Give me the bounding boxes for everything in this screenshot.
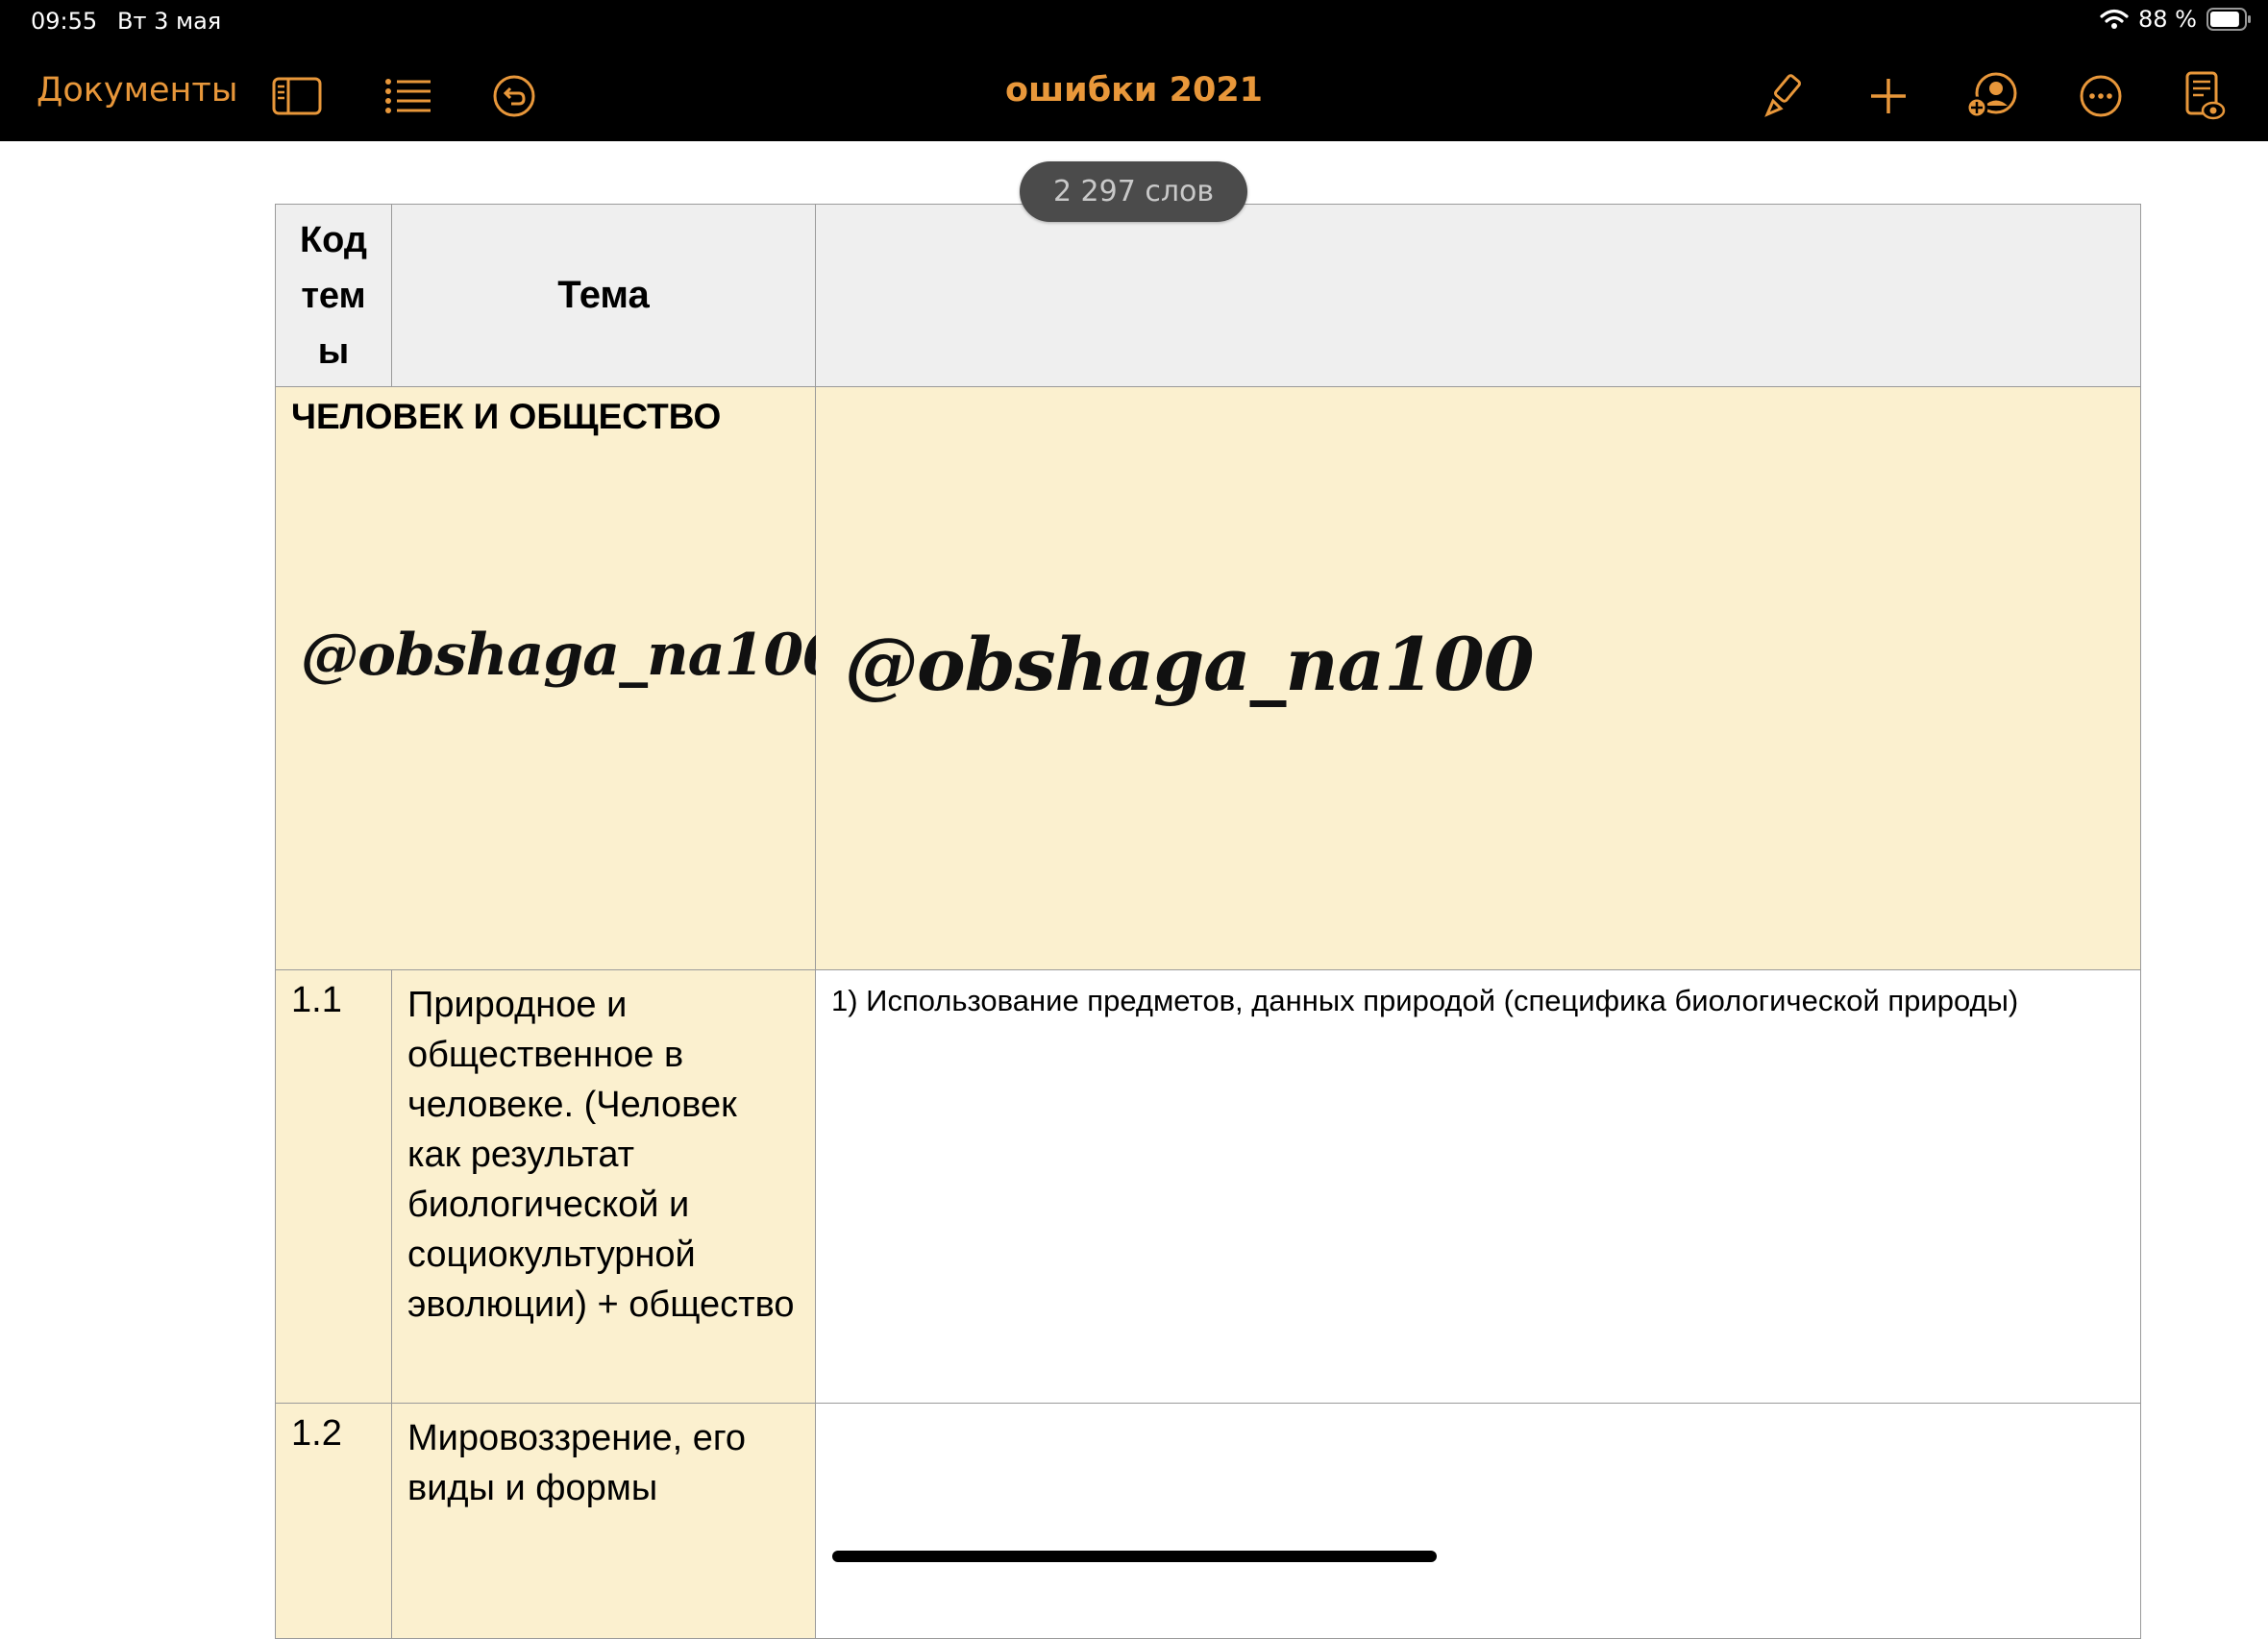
row-topic-cell[interactable]: Мировоззрение, его виды и формы	[391, 1403, 816, 1639]
document-page[interactable]: Код тем ы Тема ЧЕЛОВЕК И ОБЩЕСТВО @obsha…	[275, 204, 2141, 1639]
top-bar: 09:55 Вт 3 мая 88 % Документы ошибки 202…	[0, 0, 2268, 141]
undo-icon[interactable]	[486, 69, 542, 123]
word-count-badge[interactable]: 2 297 слов	[1020, 161, 1247, 222]
home-indicator[interactable]	[832, 1551, 1437, 1562]
table-row: 1.2 Мировоззрение, его виды и формы	[275, 1403, 2141, 1639]
collaborate-icon[interactable]	[1964, 69, 2020, 123]
row-code-cell[interactable]: 1.2	[275, 1403, 392, 1639]
row-topic-cell[interactable]: Природное и общественное в человеке. (Че…	[391, 969, 816, 1404]
header-code-line: ы	[317, 331, 350, 372]
row-code-cell[interactable]: 1.1	[275, 969, 392, 1404]
header-topic-cell[interactable]: Тема	[391, 204, 816, 387]
header-code-line: тем	[301, 276, 366, 316]
section-title: ЧЕЛОВЕК И ОБЩЕСТВО	[291, 397, 722, 436]
paintbrush-icon[interactable]	[1755, 69, 1811, 123]
watermark-left: @obshaga_na100	[301, 622, 843, 689]
table-row: 1.1 Природное и общественное в человеке.…	[275, 969, 2141, 1404]
sidebar-icon[interactable]	[269, 69, 325, 123]
documents-button[interactable]: Документы	[37, 71, 237, 110]
row-note-cell[interactable]: 1) Использование предметов, данных приро…	[815, 969, 2141, 1404]
row-note-cell[interactable]	[815, 1403, 2141, 1639]
topics-table[interactable]: Код тем ы Тема ЧЕЛОВЕК И ОБЩЕСТВО @obsha…	[275, 204, 2141, 1639]
table-header-row: Код тем ы Тема	[275, 204, 2141, 387]
more-icon[interactable]	[2073, 69, 2129, 123]
battery-icon	[2206, 8, 2253, 31]
plus-icon[interactable]	[1861, 69, 1916, 123]
section-title-cell[interactable]: ЧЕЛОВЕК И ОБЩЕСТВО @obshaga_na100	[275, 386, 843, 970]
header-notes-cell[interactable]	[815, 204, 2141, 387]
watermark-right: @obshaga_na100	[845, 622, 1535, 707]
header-code-cell[interactable]: Код тем ы	[275, 204, 392, 387]
status-time: 09:55	[31, 8, 98, 35]
list-icon[interactable]	[381, 69, 436, 123]
header-topic-label: Тема	[557, 274, 650, 316]
status-date: Вт 3 мая	[117, 8, 222, 35]
battery-percent: 88 %	[2138, 6, 2197, 33]
wifi-icon	[2100, 9, 2129, 30]
header-code-line: Код	[299, 220, 368, 260]
section-notes-cell[interactable]: @obshaga_na100	[815, 386, 2141, 970]
document-title[interactable]: ошибки 2021	[1005, 71, 1263, 110]
document-view-icon[interactable]	[2178, 69, 2233, 123]
section-row: ЧЕЛОВЕК И ОБЩЕСТВО @obshaga_na100 @obsha…	[275, 386, 2141, 970]
document-title-wrap: ошибки 2021	[0, 71, 2268, 110]
status-indicators: 88 %	[2100, 6, 2253, 33]
